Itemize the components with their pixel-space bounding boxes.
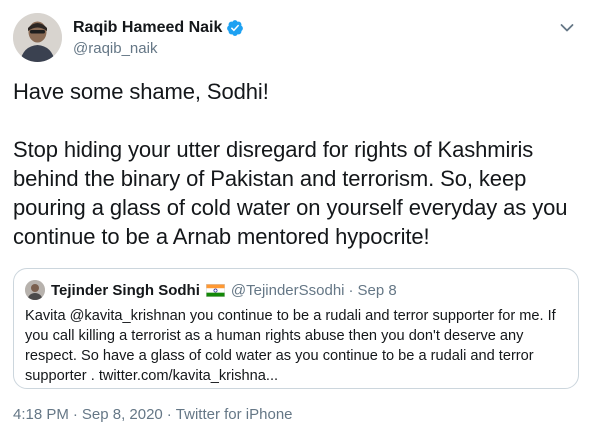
author-avatar-image [13, 13, 62, 62]
quoted-author-avatar [25, 280, 45, 300]
author-avatar[interactable] [13, 13, 62, 62]
quoted-tweet-date: Sep 8 [357, 281, 397, 299]
tweet-metadata: 4:18 PM · Sep 8, 2020 · Twitter for iPhone [13, 405, 293, 425]
tweet-line: Have some shame, Sodhi! [13, 79, 269, 104]
quoted-tweet-card[interactable]: Tejinder Singh Sodhi @TejinderSsodhi · S… [13, 268, 579, 389]
tweet-date[interactable]: Sep 8, 2020 [82, 406, 163, 423]
separator-dot: · [348, 281, 354, 299]
quoted-tweet-text: Kavita @kavita_krishnan you continue to … [25, 308, 556, 384]
verified-badge-icon [226, 19, 244, 37]
author-info: Raqib Hameed Naik @raqib_naik [73, 17, 244, 59]
tweet-time[interactable]: 4:18 PM [13, 406, 69, 423]
author-display-name[interactable]: Raqib Hameed Naik [73, 17, 222, 38]
tweet-line: Stop hiding your utter disregard for rig… [13, 137, 568, 249]
separator-dot: · [166, 406, 172, 423]
tweet-header: Raqib Hameed Naik @raqib_naik [13, 13, 578, 63]
quoted-author-name: Tejinder Singh Sodhi [51, 281, 200, 299]
quoted-author-handle: @TejinderSsodhi [230, 281, 345, 299]
tweet-body: Have some shame, Sodhi! Stop hiding your… [13, 77, 578, 251]
india-flag-icon [205, 283, 225, 297]
separator-dot: · [72, 406, 78, 423]
tweet-source-link[interactable]: Twitter for iPhone [176, 406, 293, 423]
author-handle[interactable]: @raqib_naik [73, 39, 244, 59]
quoted-tweet-header: Tejinder Singh Sodhi @TejinderSsodhi · S… [25, 280, 397, 300]
chevron-down-icon[interactable] [560, 20, 574, 32]
